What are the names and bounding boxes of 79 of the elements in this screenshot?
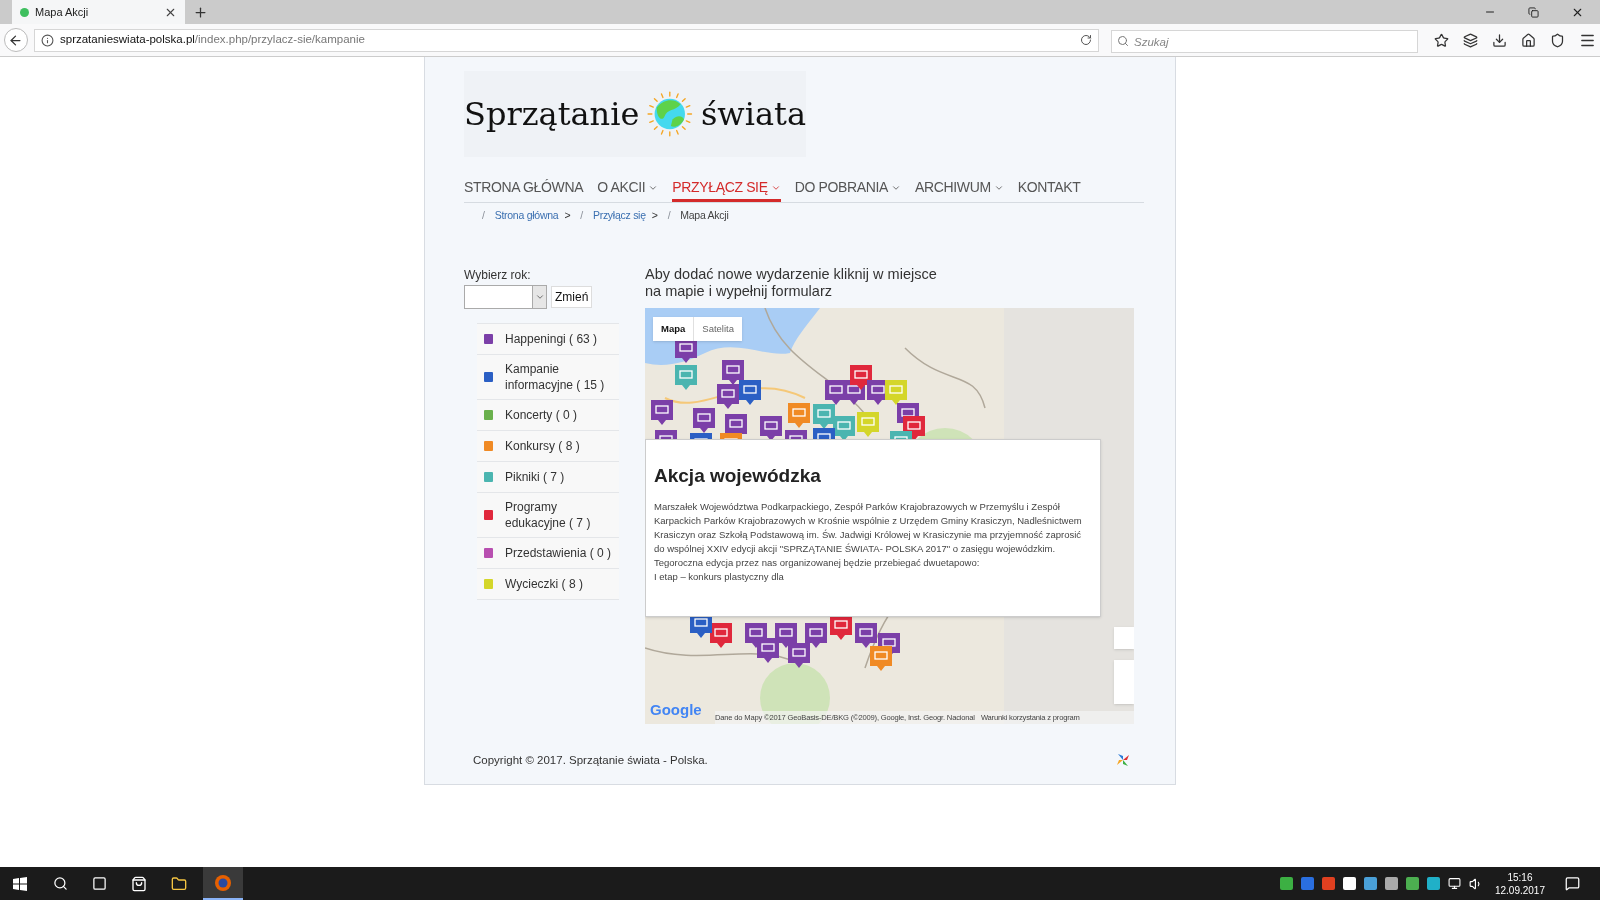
legend-label: Wycieczki ( 8 ) bbox=[505, 575, 583, 592]
nav-link[interactable]: KONTAKT bbox=[1017, 177, 1081, 202]
change-button[interactable]: Zmień bbox=[551, 285, 593, 308]
nav-link[interactable]: ARCHIWUM bbox=[915, 177, 1004, 202]
bookmark-star-icon[interactable] bbox=[1434, 32, 1449, 48]
clock-date: 12.09.2017 bbox=[1494, 883, 1545, 897]
breadcrumb-link[interactable]: Przyłącz się bbox=[592, 208, 646, 224]
breadcrumb-separator: > bbox=[564, 208, 571, 223]
taskbar-clock[interactable]: 15:16 12.09.2017 bbox=[1494, 870, 1545, 897]
favicon-icon bbox=[20, 7, 29, 17]
search-icon bbox=[1117, 34, 1129, 47]
legend-label: Koncerty ( 0 ) bbox=[505, 406, 578, 423]
back-button[interactable] bbox=[4, 28, 28, 52]
legend-label: Konkursy ( 8 ) bbox=[505, 437, 580, 454]
map-heading: Aby dodać nowe wydarzenie kliknij w miejsce na mapie i wypełnij formularz bbox=[645, 265, 938, 300]
legend-label: Happeningi ( 63 ) bbox=[505, 330, 598, 347]
nav-link[interactable]: STRONA GŁÓWNA bbox=[464, 177, 584, 202]
legend-item[interactable]: Programy edukacyjne ( 7 ) bbox=[477, 492, 619, 538]
folder-icon[interactable] bbox=[171, 875, 187, 892]
search-field[interactable]: Szukaj bbox=[1111, 30, 1418, 53]
legend-item[interactable]: Kampanie informacyjne ( 15 ) bbox=[477, 354, 619, 400]
tray-icon[interactable] bbox=[1384, 877, 1398, 890]
restore-icon[interactable] bbox=[1528, 6, 1539, 18]
legend-item[interactable]: Koncerty ( 0 ) bbox=[477, 399, 619, 431]
nav-link[interactable]: PRZYŁĄCZ SIĘ bbox=[672, 177, 781, 202]
search-icon[interactable] bbox=[53, 876, 68, 891]
map-logo: Google bbox=[650, 700, 702, 721]
task-view-icon[interactable] bbox=[92, 876, 107, 891]
tray-icon[interactable] bbox=[1279, 877, 1293, 890]
reload-icon[interactable] bbox=[1080, 34, 1092, 46]
home-icon[interactable] bbox=[1521, 32, 1536, 48]
url-text: sprzatanieswiata-polska.pl/index.php/przylacz-sie/kampanie bbox=[60, 32, 366, 48]
legend-item[interactable]: Happeningi ( 63 ) bbox=[477, 323, 619, 355]
notifications-icon[interactable] bbox=[1565, 876, 1580, 891]
tray-icon[interactable] bbox=[1405, 877, 1419, 890]
map-type-tab[interactable]: Mapa bbox=[653, 316, 694, 341]
breadcrumb-divider: / bbox=[667, 208, 671, 223]
legend-label: Programy edukacyjne ( 7 ) bbox=[505, 498, 592, 531]
tab-title: Mapa Akcji bbox=[35, 4, 90, 20]
windows-start-icon[interactable] bbox=[13, 876, 27, 891]
map-type-tab[interactable]: Satelita bbox=[693, 316, 742, 341]
breadcrumb-link[interactable]: Strona główna bbox=[494, 208, 559, 224]
shield-icon[interactable] bbox=[1550, 32, 1565, 48]
map-view[interactable] bbox=[645, 307, 1134, 724]
logo-text: Sprzątanie bbox=[464, 94, 640, 135]
address-bar[interactable]: sprzatanieswiata-polska.pl/index.php/przylacz-sie/kampanie bbox=[34, 28, 1099, 52]
taskbar-app[interactable] bbox=[203, 867, 243, 900]
browser-app-icon bbox=[214, 873, 232, 892]
popup-text: Tegoroczna edycja przez nas organizowanej będzie przebiegać dwuetapowo: bbox=[654, 556, 981, 571]
logo-text: świata bbox=[700, 94, 806, 135]
breadcrumb-separator: > bbox=[651, 208, 658, 223]
legend-label: Kampanie informacyjne ( 15 ) bbox=[505, 360, 606, 393]
breadcrumb-divider: / bbox=[482, 208, 485, 223]
store-icon[interactable] bbox=[131, 875, 147, 892]
popup-text: Marszałek Województwa Podkarpackiego, Zespół Parków Krajobrazowych w Przemyślu i Zespół Karpackich Parków Krajobrazowych w Krośnie wspólnie z Urzędem Gminy Krasiczyn, Nadleśnictwem Krasiczyn oraz Szkołą Podstawową im. Św. Jadwigi Królowej w Krasiczynie ma przyjemność zaprosić do wspólnej XXIV edycji akcji "SPRZĄTANIE ŚWIATA- POLSKA 2017" o zasięgu wojewódzkim. bbox=[654, 500, 1083, 557]
tray-icon[interactable] bbox=[1426, 877, 1440, 890]
pinwheel-icon bbox=[1116, 753, 1130, 768]
nav-link[interactable]: DO POBRANIA bbox=[794, 177, 902, 202]
tray-icon[interactable] bbox=[1342, 877, 1356, 890]
legend-item[interactable]: Wycieczki ( 8 ) bbox=[477, 568, 619, 600]
legend-item[interactable]: Konkursy ( 8 ) bbox=[477, 430, 619, 462]
legend-item[interactable]: Przedstawienia ( 0 ) bbox=[477, 537, 619, 569]
year-label: Wybierz rok: bbox=[464, 266, 532, 284]
browser-tab[interactable]: Mapa Akcji bbox=[12, 0, 185, 24]
legend-item[interactable]: Pikniki ( 7 ) bbox=[477, 461, 619, 493]
download-icon[interactable] bbox=[1492, 32, 1507, 48]
clock-time: 15:16 bbox=[1507, 870, 1533, 884]
copyright-text: Copyright © 2017. Sprzątanie świata - Polska. bbox=[473, 752, 708, 768]
legend-label: Pikniki ( 7 ) bbox=[505, 468, 565, 485]
tray-icon[interactable] bbox=[1363, 877, 1377, 890]
new-tab-icon[interactable] bbox=[193, 5, 208, 20]
breadcrumb-current: Mapa Akcji bbox=[680, 208, 729, 223]
popup-title: Akcja wojewódzka bbox=[654, 463, 822, 488]
nav-link[interactable]: O AKCII bbox=[597, 177, 659, 202]
breadcrumb-divider: / bbox=[580, 208, 583, 223]
info-icon[interactable] bbox=[41, 33, 54, 47]
network-icon[interactable] bbox=[1447, 877, 1461, 890]
legend-label: Przedstawienia ( 0 ) bbox=[505, 544, 612, 561]
popup-text: I etap – konkurs plastyczny dla bbox=[654, 570, 785, 585]
